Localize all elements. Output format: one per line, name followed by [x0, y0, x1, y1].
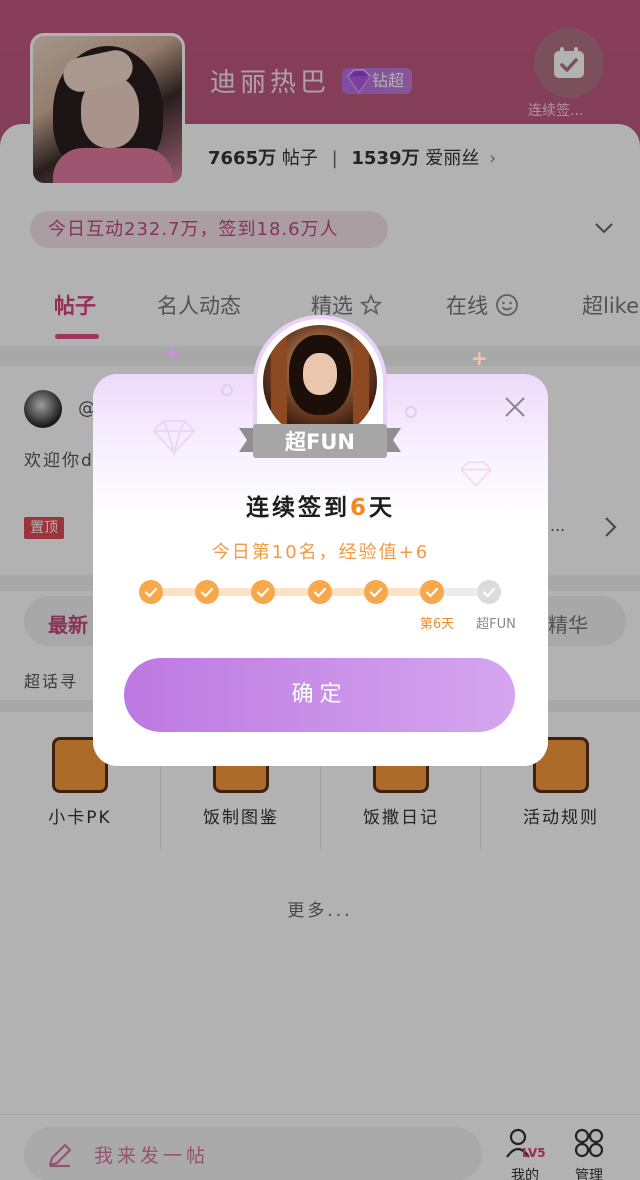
streak-step-done: [195, 580, 219, 604]
check-icon: [313, 587, 327, 598]
streak-step-done: [251, 580, 275, 604]
current-step-label: 第6天: [419, 617, 455, 632]
streak-step-done: [139, 580, 163, 604]
check-icon: [256, 587, 270, 598]
check-icon: [425, 587, 439, 598]
streak-step-done: [308, 580, 332, 604]
streak-days: 6: [349, 495, 369, 521]
check-icon: [482, 587, 496, 598]
streak-step-done: [364, 580, 388, 604]
confirm-button[interactable]: 确定: [124, 658, 515, 732]
close-icon[interactable]: [500, 392, 530, 422]
sparkle-icon: +: [164, 340, 181, 364]
streak-step-current: [420, 580, 444, 604]
checkin-title: 连续签到6天: [93, 488, 548, 522]
diamond-icon: [460, 461, 492, 487]
diamond-icon: [152, 420, 196, 456]
checkin-subtitle: 今日第10名，经验值+6: [211, 542, 430, 563]
sparkle-icon: +: [471, 346, 488, 370]
check-icon: [144, 587, 158, 598]
dialog-avatar-frame: [253, 315, 387, 427]
decor-dot: [221, 384, 233, 396]
check-icon: [369, 587, 383, 598]
final-step-label: 超FUN: [476, 617, 516, 632]
ribbon-label: 超FUN: [285, 430, 355, 454]
title-suffix: 天: [369, 495, 395, 521]
check-icon: [200, 587, 214, 598]
dialog-avatar: [263, 325, 377, 427]
title-prefix: 连续签到: [245, 495, 350, 521]
streak-step-final: [477, 580, 501, 604]
decor-dot: [405, 406, 417, 418]
